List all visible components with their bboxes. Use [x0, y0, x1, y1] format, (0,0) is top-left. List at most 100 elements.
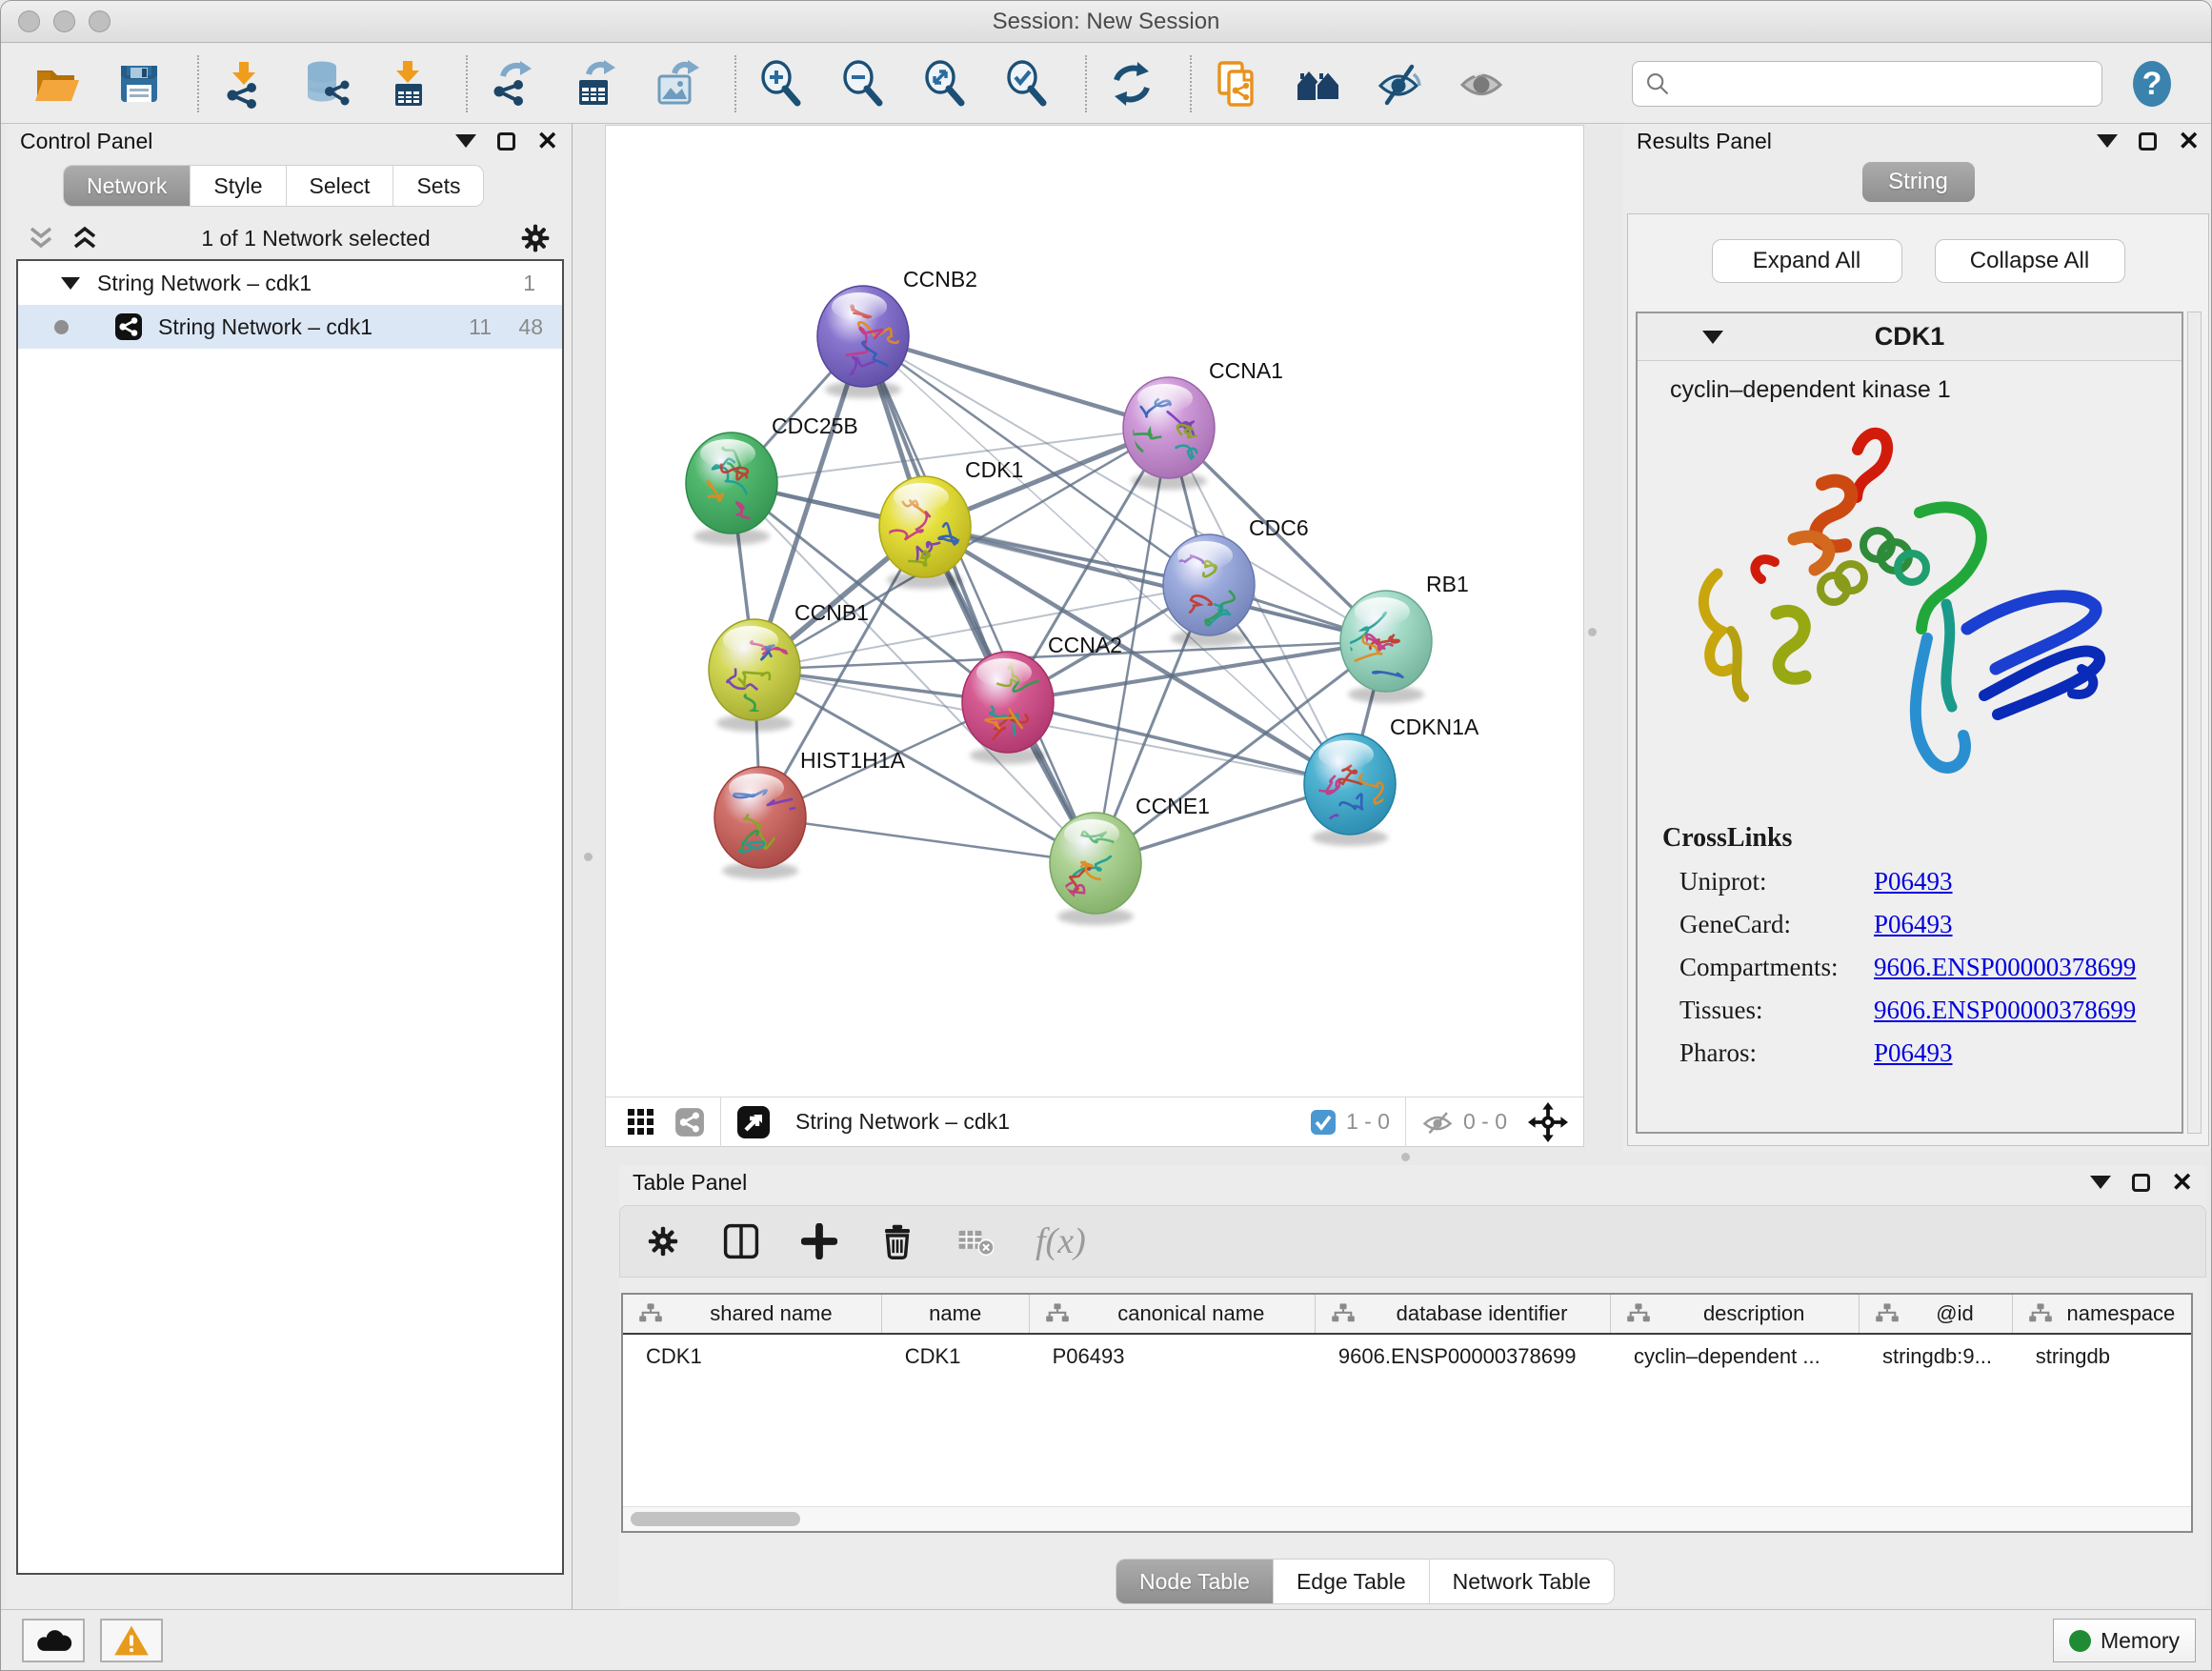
network-edge[interactable] [863, 336, 1169, 428]
network-edge[interactable] [1008, 702, 1350, 784]
memory-button[interactable]: Memory [2053, 1619, 2196, 1662]
grid-view-button[interactable] [627, 1108, 655, 1137]
import-table-file-button[interactable] [380, 56, 435, 111]
network-options-gear-icon[interactable] [518, 221, 553, 255]
collapse-all-button[interactable]: Collapse All [1935, 239, 2125, 283]
network-edge[interactable] [863, 336, 1096, 863]
selected-checkbox[interactable] [1310, 1109, 1337, 1136]
bottom-splitter-handle[interactable] [1401, 1153, 1410, 1161]
import-network-file-button[interactable] [216, 56, 271, 111]
cell-shared-name[interactable]: CDK1 [623, 1335, 882, 1377]
network-node-CDK1[interactable]: CDK1 [879, 457, 1023, 589]
collection-expand-icon[interactable] [61, 277, 80, 290]
warnings-button[interactable] [100, 1619, 163, 1662]
create-column-plus-icon[interactable] [801, 1223, 837, 1259]
panel-menu-icon[interactable] [2097, 134, 2118, 148]
cell-description[interactable]: cyclin–dependent ... [1611, 1335, 1860, 1377]
crosslink-link[interactable]: P06493 [1874, 867, 1953, 896]
birds-eye-view-button[interactable] [736, 1105, 771, 1139]
tab-string[interactable]: String [1862, 162, 1975, 202]
close-panel-icon[interactable]: ✕ [536, 129, 558, 154]
open-session-button[interactable] [30, 56, 85, 111]
gene-card-header[interactable]: CDK1 [1638, 313, 2182, 361]
float-panel-icon[interactable] [2139, 132, 2157, 151]
right-splitter-handle[interactable] [1588, 628, 1597, 636]
cell-canonical-name[interactable]: P06493 [1030, 1335, 1316, 1377]
import-network-database-button[interactable] [298, 56, 353, 111]
cell-namespace[interactable]: stringdb [2013, 1335, 2191, 1377]
network-edge[interactable] [925, 527, 1386, 641]
column-header-database-identifier[interactable]: database identifier [1316, 1295, 1611, 1333]
cell-name[interactable]: CDK1 [882, 1335, 1030, 1377]
float-panel-icon[interactable] [2132, 1174, 2150, 1192]
zoom-fit-button[interactable] [917, 56, 973, 111]
export-table-button[interactable] [567, 56, 622, 111]
panel-menu-icon[interactable] [2090, 1176, 2111, 1189]
column-header-canonical-name[interactable]: canonical name [1030, 1295, 1316, 1333]
network-edge[interactable] [760, 817, 1096, 863]
column-header-namespace[interactable]: namespace [2013, 1295, 2191, 1333]
search-input[interactable] [1679, 62, 2101, 106]
network-collection-row[interactable]: String Network – cdk1 1 [18, 261, 562, 305]
tab-select[interactable]: Select [287, 166, 394, 206]
export-image-button[interactable] [649, 56, 704, 111]
tab-edge-table[interactable]: Edge Table [1274, 1560, 1430, 1603]
crosslinks-section: CrossLinks Uniprot:P06493 GeneCard:P0649… [1638, 823, 2182, 1068]
tab-style[interactable]: Style [191, 166, 286, 206]
export-network-button[interactable] [485, 56, 540, 111]
zoom-selected-icon [1002, 59, 1052, 109]
save-session-button[interactable] [111, 56, 167, 111]
close-panel-icon[interactable]: ✕ [2178, 129, 2200, 154]
network-node-CCNA1[interactable]: CCNA1 [1123, 358, 1283, 490]
column-header-shared-name[interactable]: shared name [623, 1295, 882, 1333]
crosslink-link[interactable]: 9606.ENSP00000378699 [1874, 996, 2136, 1025]
first-neighbors-button[interactable] [1291, 56, 1346, 111]
crosslink-link[interactable]: P06493 [1874, 1038, 1953, 1068]
zoom-in-button[interactable] [754, 56, 809, 111]
left-splitter-handle[interactable] [584, 853, 593, 861]
crosslink-link[interactable]: 9606.ENSP00000378699 [1874, 953, 2136, 982]
results-scrollbar[interactable] [2187, 312, 2202, 1134]
network-node-CDKN1A[interactable]: CDKN1A [1300, 715, 1479, 846]
network-node-CDC6[interactable]: CDC6 [1163, 515, 1309, 647]
scrollbar-thumb[interactable] [631, 1512, 800, 1526]
panel-menu-icon[interactable] [455, 134, 476, 148]
network-node-HIST1H1A[interactable]: HIST1H1A [714, 748, 906, 879]
table-options-gear-icon[interactable] [645, 1223, 681, 1259]
network-node-CCNB2[interactable]: CCNB2 [817, 267, 977, 398]
table-horizontal-scrollbar[interactable] [623, 1506, 2191, 1531]
column-header-id[interactable]: @id [1860, 1295, 2013, 1333]
crosslink-link[interactable]: P06493 [1874, 910, 1953, 939]
expand-all-icon[interactable] [70, 225, 100, 252]
expand-all-button[interactable]: Expand All [1712, 239, 1902, 283]
show-columns-icon[interactable] [723, 1223, 759, 1259]
column-header-description[interactable]: description [1611, 1295, 1860, 1333]
clone-network-button[interactable] [1209, 56, 1264, 111]
table-row[interactable]: CDK1 CDK1 P06493 9606.ENSP00000378699 cy… [623, 1335, 2191, 1377]
hide-selected-button[interactable] [1373, 56, 1428, 111]
tab-sets[interactable]: Sets [393, 166, 483, 206]
cloud-status-button[interactable] [22, 1619, 85, 1662]
zoom-selected-button[interactable] [999, 56, 1055, 111]
help-button[interactable]: ? [2127, 59, 2177, 109]
show-all-button[interactable] [1455, 56, 1510, 111]
string-view-button[interactable] [674, 1107, 705, 1137]
collapse-section-icon[interactable] [1702, 331, 1723, 344]
zoom-out-button[interactable] [835, 56, 891, 111]
close-panel-icon[interactable]: ✕ [2171, 1170, 2193, 1196]
network-graph[interactable]: CCNB2CCNA1CDC25BCDK1CDC6RB1CCNB1CCNA2CDK… [606, 126, 1583, 1097]
network-row-selected[interactable]: String Network – cdk1 11 48 [18, 305, 562, 349]
network-node-RB1[interactable]: RB1 [1327, 572, 1469, 703]
cell-id[interactable]: stringdb:9... [1860, 1335, 2013, 1377]
network-view-canvas[interactable]: CCNB2CCNA1CDC25BCDK1CDC6RB1CCNB1CCNA2CDK… [605, 125, 1584, 1147]
tab-node-table[interactable]: Node Table [1116, 1560, 1274, 1603]
collapse-all-icon[interactable] [26, 225, 56, 252]
tab-network-table[interactable]: Network Table [1430, 1560, 1614, 1603]
delete-column-trash-icon[interactable] [879, 1223, 915, 1259]
tab-network[interactable]: Network [64, 166, 191, 206]
apply-style-refresh-button[interactable] [1104, 56, 1159, 111]
fit-selected-button[interactable] [1528, 1102, 1568, 1142]
column-header-name[interactable]: name [882, 1295, 1030, 1333]
cell-database-identifier[interactable]: 9606.ENSP00000378699 [1316, 1335, 1611, 1377]
float-panel-icon[interactable] [497, 132, 515, 151]
